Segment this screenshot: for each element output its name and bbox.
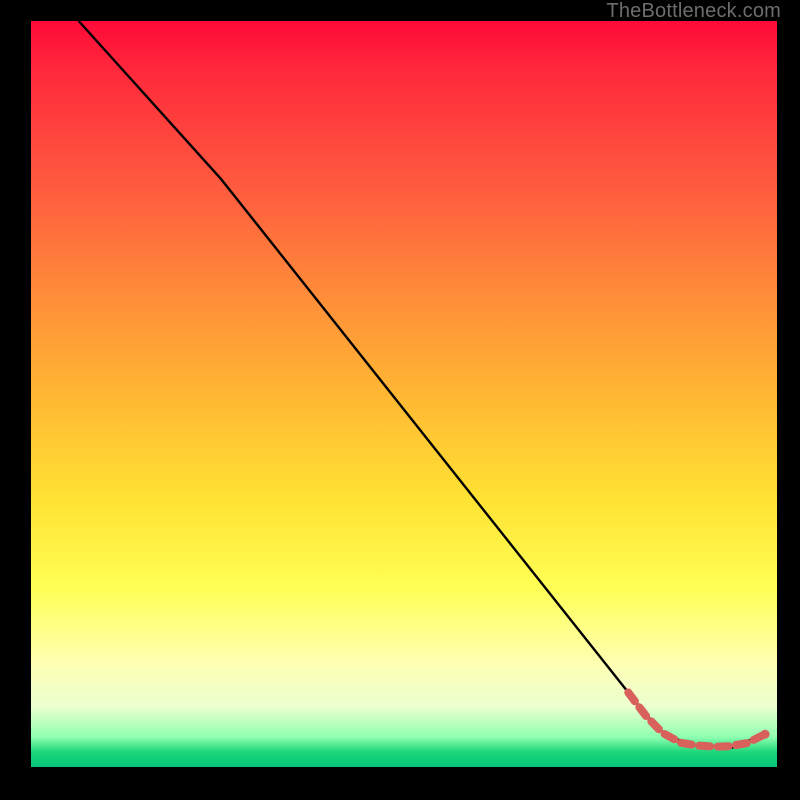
chart-overlay [31,21,777,767]
end-dot [761,730,770,739]
watermark: TheBottleneck.com [606,0,781,23]
dashed-tail [628,693,763,747]
bottleneck-curve [79,21,766,748]
chart-frame: TheBottleneck.com [0,0,800,800]
